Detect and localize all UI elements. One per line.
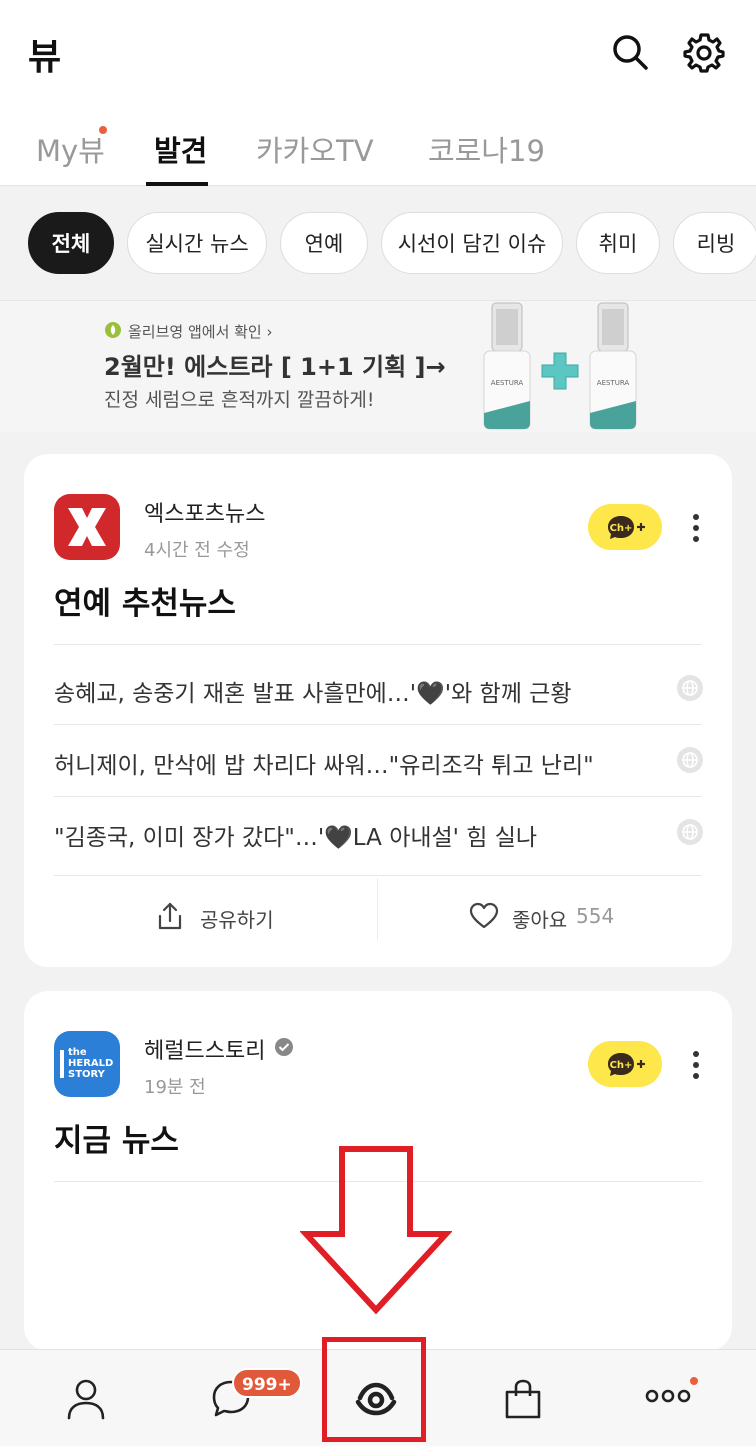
annotation-arrow <box>300 1146 452 1314</box>
logo-bar <box>60 1050 64 1078</box>
share-icon <box>158 902 182 930</box>
tab-my-view[interactable]: My뷰 <box>36 128 105 170</box>
more-options-icon[interactable] <box>690 1049 702 1081</box>
xportsnews-logo[interactable] <box>54 494 120 560</box>
divider <box>377 878 378 940</box>
share-button[interactable]: 공유하기 <box>154 900 284 936</box>
like-count: 554 <box>576 904 615 928</box>
news-headline[interactable]: 허니제이, 만삭에 밥 차리다 싸워…"유리조각 튀고 난리" <box>54 746 664 780</box>
card-title: 지금 뉴스 <box>54 1123 179 1159</box>
news-headline[interactable]: 송혜교, 송중기 재혼 발표 사흘만에…'🖤'와 함께 근황 <box>54 674 664 708</box>
chip-realtime-news[interactable]: 실시간 뉴스 <box>127 212 267 274</box>
publisher-name[interactable]: 엑스포츠뉴스 <box>144 496 265 528</box>
person-icon[interactable] <box>66 1378 106 1420</box>
channel-add-icon: Ch+ <box>608 1053 645 1076</box>
annotation-highlight-box <box>322 1337 426 1442</box>
chip-living[interactable]: 리빙 <box>673 212 756 274</box>
divider <box>54 644 702 645</box>
logo-text: the HERALD STORY <box>68 1047 114 1080</box>
tab-kakao-tv[interactable]: 카카오TV <box>256 128 374 170</box>
news-card: 엑스포츠뉴스 4시간 전 수정 Ch+ 연예 추천뉴스 송혜교, 송중기 재혼 … <box>24 454 732 967</box>
tab-discover[interactable]: 발견 <box>154 128 207 170</box>
publish-time: 19분 전 <box>144 1077 206 1098</box>
card-title: 연예 추천뉴스 <box>54 586 236 622</box>
svg-text:Ch+: Ch+ <box>610 523 633 534</box>
news-list-item[interactable]: 허니제이, 만삭에 밥 차리다 싸워…"유리조각 튀고 난리" <box>54 724 703 796</box>
ad-source: 올리브영 앱에서 확인 › <box>128 323 273 341</box>
news-list-item[interactable]: 송혜교, 송중기 재혼 발표 사흘만에…'🖤'와 함께 근황 <box>54 652 703 724</box>
globe-icon <box>677 819 703 845</box>
more-dots-icon[interactable] <box>644 1388 692 1404</box>
product-image: AESTURA AESTURA <box>483 302 637 430</box>
globe-icon <box>677 675 703 701</box>
divider <box>54 875 702 876</box>
ad-banner[interactable]: 올리브영 앱에서 확인 › 2월만! 에스트라 [ 1+1 기획 ]→ 진정 세… <box>0 300 756 432</box>
olive-leaf-icon <box>105 322 121 338</box>
verified-icon <box>275 1038 293 1056</box>
news-list-item[interactable]: "김종국, 이미 장가 갔다"…'🖤LA 아내설' 힘 실나 <box>54 796 703 868</box>
share-label: 공유하기 <box>200 908 274 932</box>
page-title: 뷰 <box>28 37 62 78</box>
ad-subtitle: 진정 세럼으로 흔적까지 깔끔하게! <box>104 389 375 411</box>
channel-add-icon: Ch+ <box>608 516 645 539</box>
shopping-bag-icon[interactable] <box>504 1378 542 1420</box>
publish-time: 4시간 전 수정 <box>144 540 250 561</box>
publisher-name[interactable]: 헤럴드스토리 <box>144 1033 265 1065</box>
unread-count-badge: 999+ <box>232 1368 302 1398</box>
search-icon[interactable] <box>608 30 652 74</box>
chip-entertainment[interactable]: 연예 <box>280 212 368 274</box>
chip-hobby[interactable]: 취미 <box>576 212 660 274</box>
more-options-icon[interactable] <box>690 512 702 544</box>
new-indicator-dot <box>690 1377 698 1385</box>
news-headline[interactable]: "김종국, 이미 장가 갔다"…'🖤LA 아내설' 힘 실나 <box>54 818 664 852</box>
ad-title: 2월만! 에스트라 [ 1+1 기획 ]→ <box>104 353 446 381</box>
app-header: 뷰 My뷰 발견 카카오TV 코로나19 <box>0 0 756 186</box>
like-label: 좋아요 <box>512 908 568 932</box>
chip-issue[interactable]: 시선이 담긴 이슈 <box>381 212 563 274</box>
heart-icon <box>469 902 499 929</box>
svg-text:AESTURA: AESTURA <box>491 379 524 387</box>
svg-text:Ch+: Ch+ <box>610 1060 633 1071</box>
category-chips: 전체 실시간 뉴스 연예 시선이 담긴 이슈 취미 리빙 <box>0 186 756 300</box>
tab-corona19[interactable]: 코로나19 <box>428 128 545 170</box>
gear-icon[interactable] <box>682 30 726 74</box>
new-indicator-dot <box>99 126 107 134</box>
tab-bar: My뷰 발견 카카오TV 코로나19 <box>0 120 756 186</box>
herald-story-logo[interactable]: the HERALD STORY <box>54 1031 120 1097</box>
channel-add-button[interactable]: Ch+ <box>588 504 662 550</box>
svg-text:AESTURA: AESTURA <box>597 379 630 387</box>
globe-icon <box>677 747 703 773</box>
like-button[interactable]: 좋아요 554 <box>468 900 648 936</box>
chip-all[interactable]: 전체 <box>28 212 114 274</box>
channel-add-button[interactable]: Ch+ <box>588 1041 662 1087</box>
